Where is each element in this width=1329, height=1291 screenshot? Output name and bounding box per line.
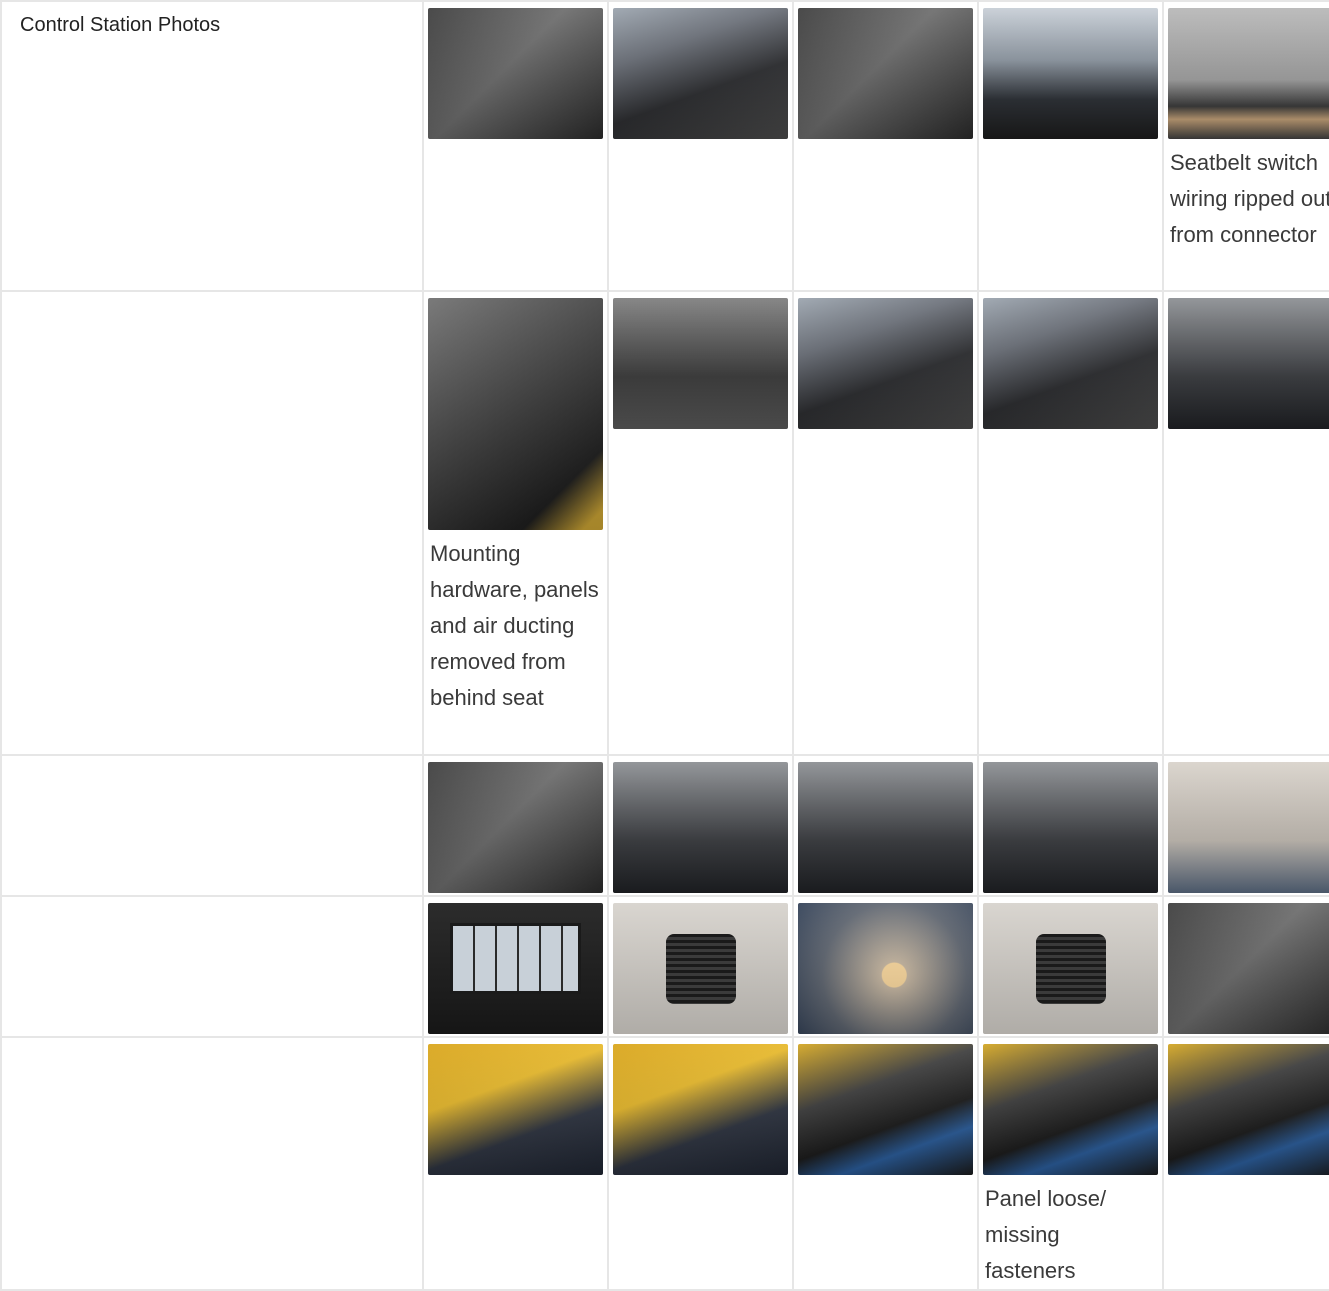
air-vents-photo[interactable] <box>428 1044 603 1175</box>
dome-light-photo[interactable] <box>798 903 973 1034</box>
speaker-photo[interactable] <box>613 903 788 1034</box>
table-row <box>0 754 1329 897</box>
photo-cell <box>422 895 609 1038</box>
monitor-console-photo[interactable] <box>798 1044 973 1175</box>
photo-caption: Mounting hardware, panels and air ductin… <box>430 541 599 710</box>
photo-cell <box>977 754 1164 897</box>
monitor-panel-photo[interactable] <box>983 1044 1158 1175</box>
monitor-front-photo[interactable] <box>1168 1044 1329 1175</box>
photo-cell <box>792 0 979 292</box>
photo-cell <box>607 290 794 756</box>
photo-cell <box>422 1036 609 1291</box>
photo-cell <box>792 895 979 1038</box>
seat-belt-photo[interactable] <box>613 298 788 429</box>
photo-cell <box>607 754 794 897</box>
pedals-photo[interactable] <box>428 8 603 139</box>
empty-label-cell <box>0 895 424 1038</box>
photo-cell <box>977 0 1164 292</box>
control-lever-photo[interactable] <box>798 298 973 429</box>
switch-panel-photo[interactable] <box>613 1044 788 1175</box>
photo-cell: Panel loose/ missing fasteners <box>977 1036 1164 1291</box>
photo-cell <box>1162 290 1329 756</box>
table-row: Control Station Photos Seatbelt switch w… <box>0 0 1329 292</box>
roof-hatch-photo[interactable] <box>1168 762 1329 893</box>
photo-cell <box>422 754 609 897</box>
aux-jack-photo[interactable] <box>428 762 603 893</box>
photo-cell <box>607 895 794 1038</box>
photo-cell <box>1162 1036 1329 1291</box>
photo-cell <box>422 0 609 292</box>
cup-holder-photo[interactable] <box>613 762 788 893</box>
photo-cell <box>792 1036 979 1291</box>
photo-cell <box>1162 754 1329 897</box>
empty-label-cell <box>0 290 424 756</box>
cab-floor-photo[interactable] <box>798 8 973 139</box>
cup-holder-2-photo[interactable] <box>983 762 1158 893</box>
power-outlet-photo[interactable] <box>1168 903 1329 1034</box>
storage-tray-photo[interactable] <box>798 762 973 893</box>
photo-table: Control Station Photos Seatbelt switch w… <box>0 0 1329 1291</box>
control-lever-2-photo[interactable] <box>983 298 1158 429</box>
radio-panel-photo[interactable] <box>1168 298 1329 429</box>
table-row: Mounting hardware, panels and air ductin… <box>0 290 1329 756</box>
empty-label-cell <box>0 1036 424 1291</box>
photo-cell <box>607 1036 794 1291</box>
photo-cell: Mounting hardware, panels and air ductin… <box>422 290 609 756</box>
behind-seat-photo[interactable] <box>428 298 603 530</box>
photo-caption: Seatbelt switch wiring ripped out from c… <box>1170 150 1329 247</box>
speaker-2-photo[interactable] <box>983 903 1158 1034</box>
photo-cell <box>792 290 979 756</box>
empty-label-cell <box>0 754 424 897</box>
photo-cell <box>792 754 979 897</box>
photo-cell: Seatbelt switch wiring ripped out from c… <box>1162 0 1329 292</box>
photo-cell <box>1162 895 1329 1038</box>
section-title: Control Station Photos <box>0 0 424 292</box>
table-row <box>0 895 1329 1038</box>
photo-cell <box>607 0 794 292</box>
cab-window-photo[interactable] <box>983 8 1158 139</box>
photo-cell <box>977 290 1164 756</box>
photo-caption: Panel loose/ missing fasteners <box>985 1186 1107 1283</box>
table-row: Panel loose/ missing fasteners <box>0 1036 1329 1291</box>
photo-cell <box>977 895 1164 1038</box>
joystick-photo[interactable] <box>613 8 788 139</box>
roof-window-photo[interactable] <box>428 903 603 1034</box>
seatbelt-wiring-photo[interactable] <box>1168 8 1329 139</box>
